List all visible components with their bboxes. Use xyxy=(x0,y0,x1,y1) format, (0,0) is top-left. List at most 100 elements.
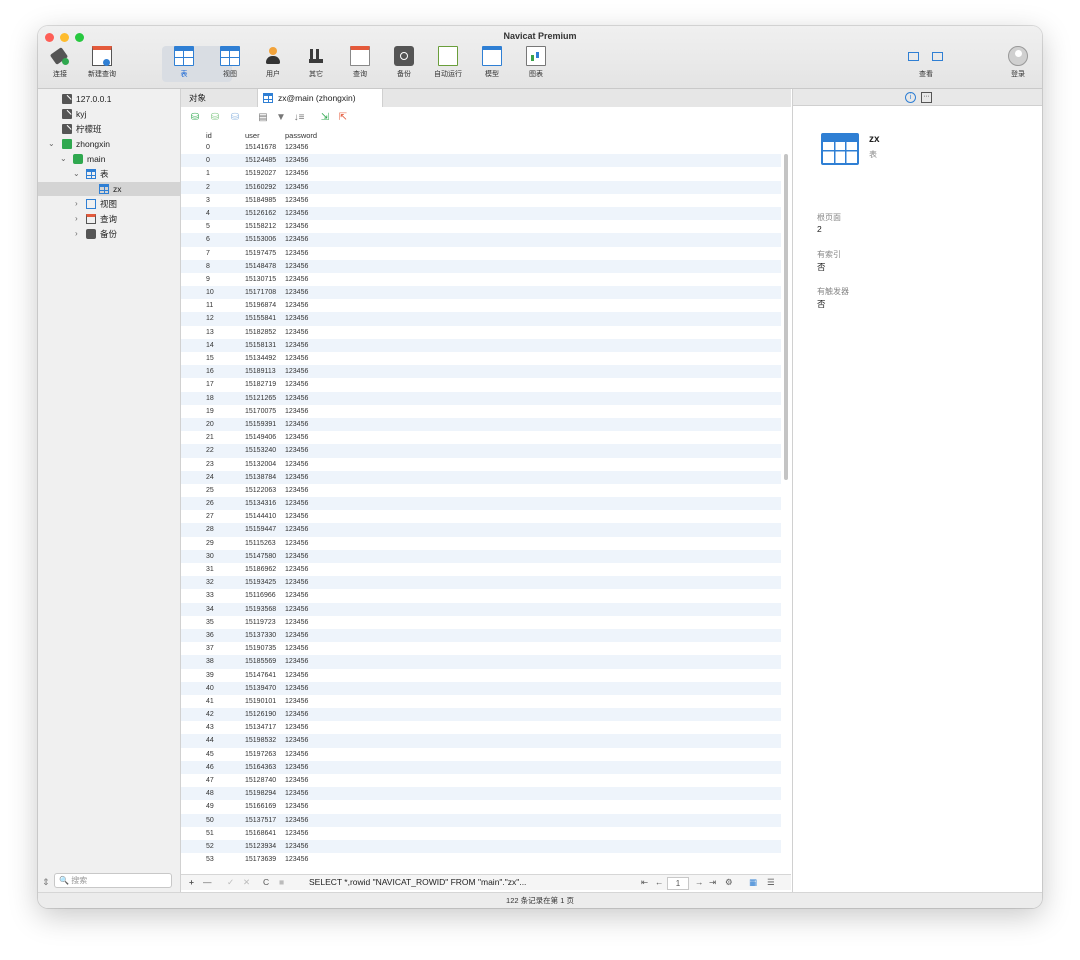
chevron-right-icon[interactable]: › xyxy=(75,197,78,211)
table-cell[interactable]: 123456 xyxy=(285,787,325,800)
table-cell[interactable]: 123456 xyxy=(285,682,325,695)
first-page-button[interactable]: ⇤ xyxy=(641,875,648,890)
table-cell[interactable]: 123456 xyxy=(285,721,325,734)
table-row[interactable]: 30 15147580 123456 xyxy=(181,549,781,563)
connect-button[interactable]: 连接 xyxy=(40,46,80,79)
table-cell[interactable]: 123456 xyxy=(285,339,325,352)
table-row[interactable]: 14 15158131 123456 xyxy=(181,338,781,352)
sidebar-item-main[interactable]: ⌄ main xyxy=(38,152,180,166)
table-cell[interactable]: 123456 xyxy=(285,616,325,629)
table-cell[interactable]: 123456 xyxy=(285,167,325,180)
table-row[interactable]: 6 15153006 123456 xyxy=(181,233,781,247)
table-cell[interactable]: 15198294 xyxy=(245,787,283,800)
table-cell[interactable]: 15189113 xyxy=(245,365,283,378)
table-cell[interactable]: 51 xyxy=(206,827,240,840)
table-cell[interactable]: 123456 xyxy=(285,141,325,154)
table-cell[interactable]: 15139470 xyxy=(245,682,283,695)
table-row[interactable]: 22 15153240 123456 xyxy=(181,444,781,458)
add-record-button[interactable]: + xyxy=(189,875,194,890)
table-cell[interactable]: 123456 xyxy=(285,286,325,299)
table-row[interactable]: 49 15166169 123456 xyxy=(181,800,781,813)
table-row[interactable]: 50 15137517 123456 xyxy=(181,813,781,827)
table-cell[interactable]: 26 xyxy=(206,497,240,510)
table-cell[interactable]: 15153006 xyxy=(245,233,283,246)
table-cell[interactable]: 15193568 xyxy=(245,603,283,616)
form-view-icon[interactable]: ☰ xyxy=(767,875,775,890)
view-menu-button[interactable]: 查看 xyxy=(904,46,948,79)
table-row[interactable]: 15 15134492 123456 xyxy=(181,352,781,365)
table-cell[interactable]: 15141678 xyxy=(245,141,283,154)
table-cell[interactable]: 15116966 xyxy=(245,589,283,602)
column-header-password[interactable]: password xyxy=(285,130,325,141)
table-cell[interactable]: 123456 xyxy=(285,299,325,312)
table-row[interactable]: 13 15182852 123456 xyxy=(181,326,781,339)
table-row[interactable]: 8 15148478 123456 xyxy=(181,259,781,273)
import-icon[interactable]: ⇲ xyxy=(319,112,331,124)
table-cell[interactable]: 37 xyxy=(206,642,240,655)
table-row[interactable]: 4 15126162 123456 xyxy=(181,206,781,221)
table-cell[interactable]: 123456 xyxy=(285,748,325,761)
filter-icon[interactable]: ⇕ xyxy=(42,877,50,888)
table-cell[interactable]: 25 xyxy=(206,484,240,497)
table-cell[interactable]: 47 xyxy=(206,774,240,787)
table-cell[interactable]: 50 xyxy=(206,814,240,827)
table-cell[interactable]: 123456 xyxy=(285,181,325,194)
table-cell[interactable]: 15144410 xyxy=(245,510,283,523)
table-cell[interactable]: 15159391 xyxy=(245,418,283,431)
sidebar-item-connection[interactable]: 127.0.0.1 xyxy=(38,92,180,106)
text-view-icon[interactable]: ▤ xyxy=(257,112,269,124)
table-row[interactable]: 27 15144410 123456 xyxy=(181,510,781,523)
table-cell[interactable]: 13 xyxy=(206,326,240,339)
table-cell[interactable]: 123456 xyxy=(285,655,325,668)
table-cell[interactable]: 8 xyxy=(206,260,240,273)
table-row[interactable]: 44 15198532 123456 xyxy=(181,734,781,748)
table-cell[interactable]: 17 xyxy=(206,378,240,391)
table-cell[interactable]: 123456 xyxy=(285,154,325,167)
table-cell[interactable]: 21 xyxy=(206,431,240,444)
table-cell[interactable]: 15190735 xyxy=(245,642,283,655)
table-cell[interactable]: 27 xyxy=(206,510,240,523)
table-cell[interactable]: 15192027 xyxy=(245,167,283,180)
table-cell[interactable]: 123456 xyxy=(285,365,325,378)
table-row[interactable]: 0 15124485 123456 xyxy=(181,154,781,168)
table-cell[interactable]: 15122063 xyxy=(245,484,283,497)
table-cell[interactable]: 123456 xyxy=(285,260,325,273)
table-row[interactable]: 32 15193425 123456 xyxy=(181,576,781,590)
table-row[interactable]: 9 15130715 123456 xyxy=(181,273,781,286)
table-cell[interactable]: 123456 xyxy=(285,734,325,747)
table-cell[interactable]: 22 xyxy=(206,444,240,457)
model-button[interactable]: 模型 xyxy=(472,46,512,79)
table-cell[interactable]: 5 xyxy=(206,220,240,233)
table-cell[interactable]: 15155841 xyxy=(245,312,283,325)
table-cell[interactable]: 123456 xyxy=(285,800,325,813)
table-cell[interactable]: 123456 xyxy=(285,708,325,721)
table-row[interactable]: 33 15116966 123456 xyxy=(181,589,781,602)
table-cell[interactable]: 19 xyxy=(206,405,240,418)
table-row[interactable]: 18 15121265 123456 xyxy=(181,391,781,405)
chevron-right-icon[interactable]: › xyxy=(75,212,78,226)
table-cell[interactable]: 123456 xyxy=(285,669,325,682)
table-cell[interactable]: 11 xyxy=(206,299,240,312)
stop-button[interactable]: ■ xyxy=(279,875,284,890)
table-row[interactable]: 25 15122063 123456 xyxy=(181,484,781,497)
table-row[interactable]: 37 15190735 123456 xyxy=(181,642,781,655)
table-cell[interactable]: 15168641 xyxy=(245,827,283,840)
table-cell[interactable]: 15132004 xyxy=(245,458,283,471)
table-cell[interactable]: 123456 xyxy=(285,814,325,827)
table-cell[interactable]: 44 xyxy=(206,734,240,747)
table-row[interactable]: 46 15164363 123456 xyxy=(181,760,781,774)
table-cell[interactable]: 1 xyxy=(206,167,240,180)
table-cell[interactable]: 15124485 xyxy=(245,154,283,167)
table-cell[interactable]: 42 xyxy=(206,708,240,721)
table-cell[interactable]: 123456 xyxy=(285,247,325,260)
table-cell[interactable]: 15197475 xyxy=(245,247,283,260)
table-row[interactable]: 39 15147641 123456 xyxy=(181,669,781,682)
table-cell[interactable]: 15115263 xyxy=(245,537,283,550)
table-cell[interactable]: 35 xyxy=(206,616,240,629)
table-row[interactable]: 2 15160292 123456 xyxy=(181,180,781,194)
table-cell[interactable]: 15121265 xyxy=(245,392,283,405)
column-header-id[interactable]: id xyxy=(206,130,240,141)
table-cell[interactable]: 15196874 xyxy=(245,299,283,312)
table-cell[interactable]: 4 xyxy=(206,207,240,220)
commit-icon[interactable]: ⛁ xyxy=(209,112,221,124)
